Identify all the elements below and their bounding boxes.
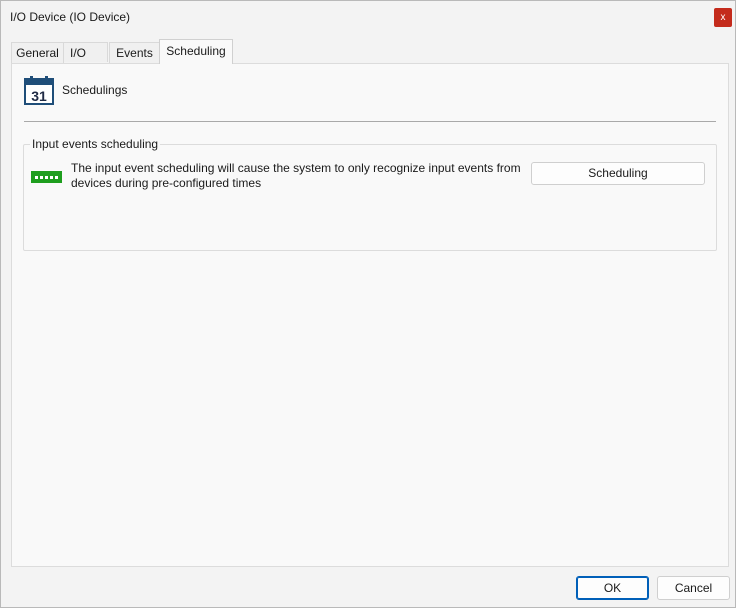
calendar-day: 31 bbox=[31, 88, 47, 104]
tab-strip: General I/O Events Scheduling bbox=[11, 39, 731, 64]
tab-io[interactable]: I/O bbox=[63, 42, 108, 62]
group-title: Input events scheduling bbox=[30, 137, 161, 151]
cancel-button[interactable]: Cancel bbox=[657, 576, 730, 600]
scheduling-description: The input event scheduling will cause th… bbox=[71, 161, 521, 190]
window-title: I/O Device (IO Device) bbox=[10, 10, 131, 24]
tab-panel-scheduling: 31 Schedulings Input events scheduling T… bbox=[11, 63, 729, 567]
io-device-icon bbox=[31, 171, 62, 183]
input-events-group: Input events scheduling The input event … bbox=[23, 137, 717, 251]
section-header-label: Schedulings bbox=[62, 83, 128, 97]
tab-scheduling[interactable]: Scheduling bbox=[159, 39, 233, 64]
scheduling-button[interactable]: Scheduling bbox=[531, 162, 705, 185]
ok-button[interactable]: OK bbox=[576, 576, 649, 600]
calendar-icon: 31 bbox=[24, 76, 54, 105]
close-button[interactable]: x bbox=[714, 8, 732, 27]
title-bar[interactable]: I/O Device (IO Device) x bbox=[1, 1, 735, 33]
tab-events[interactable]: Events bbox=[109, 42, 160, 63]
header-divider bbox=[24, 121, 716, 122]
tab-general[interactable]: General bbox=[11, 42, 64, 63]
dialog-window: I/O Device (IO Device) x General I/O Eve… bbox=[0, 0, 736, 608]
